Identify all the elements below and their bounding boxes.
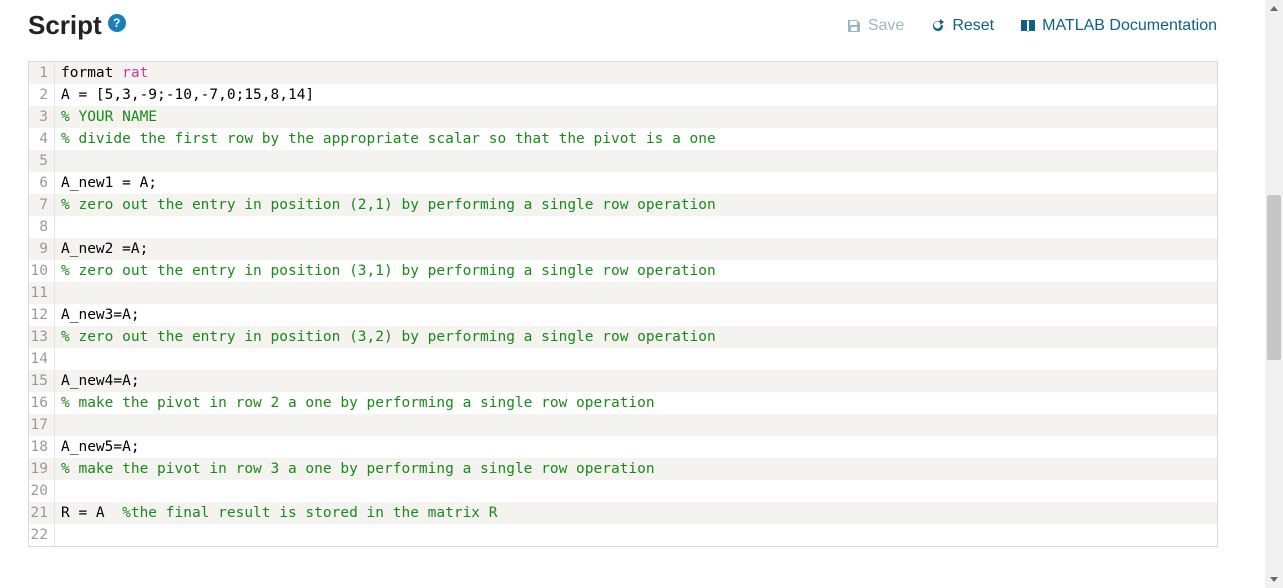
code-text[interactable]: % divide the first row by the appropriat… bbox=[55, 128, 1217, 150]
save-button[interactable]: Save bbox=[846, 17, 904, 35]
code-line[interactable]: 20 bbox=[29, 480, 1217, 502]
code-line[interactable]: 22 bbox=[29, 524, 1217, 546]
save-label: Save bbox=[868, 17, 904, 35]
code-text[interactable]: % make the pivot in row 2 a one by perfo… bbox=[55, 392, 1217, 414]
code-text[interactable] bbox=[55, 524, 1217, 546]
code-line[interactable]: 9A_new2 =A; bbox=[29, 238, 1217, 260]
reset-label: Reset bbox=[952, 17, 994, 35]
line-number: 10 bbox=[29, 260, 55, 282]
code-text[interactable]: % zero out the entry in position (3,2) b… bbox=[55, 326, 1217, 348]
code-line[interactable]: 14 bbox=[29, 348, 1217, 370]
code-text[interactable]: A = [5,3,-9;-10,-7,0;15,8,14] bbox=[55, 84, 1217, 106]
code-text[interactable] bbox=[55, 414, 1217, 436]
code-line[interactable]: 19% make the pivot in row 3 a one by per… bbox=[29, 458, 1217, 480]
save-icon bbox=[846, 18, 862, 34]
docs-label: MATLAB Documentation bbox=[1042, 17, 1217, 35]
line-number: 7 bbox=[29, 194, 55, 216]
code-line[interactable]: 18A_new5=A; bbox=[29, 436, 1217, 458]
code-editor[interactable]: 1format rat2A = [5,3,-9;-10,-7,0;15,8,14… bbox=[28, 61, 1218, 547]
code-text[interactable]: % make the pivot in row 3 a one by perfo… bbox=[55, 458, 1217, 480]
code-line[interactable]: 8 bbox=[29, 216, 1217, 238]
line-number: 18 bbox=[29, 436, 55, 458]
code-text[interactable] bbox=[55, 216, 1217, 238]
line-number: 8 bbox=[29, 216, 55, 238]
code-line[interactable]: 16% make the pivot in row 2 a one by per… bbox=[29, 392, 1217, 414]
scroll-thumb[interactable] bbox=[1267, 195, 1281, 360]
code-text[interactable] bbox=[55, 480, 1217, 502]
code-text[interactable]: A_new3=A; bbox=[55, 304, 1217, 326]
main-content: Script ? Save Reset bbox=[0, 0, 1265, 588]
code-line[interactable]: 2A = [5,3,-9;-10,-7,0;15,8,14] bbox=[29, 84, 1217, 106]
code-line[interactable]: 1format rat bbox=[29, 62, 1217, 84]
line-number: 19 bbox=[29, 458, 55, 480]
code-line[interactable]: 12A_new3=A; bbox=[29, 304, 1217, 326]
line-number: 17 bbox=[29, 414, 55, 436]
code-text[interactable]: A_new4=A; bbox=[55, 370, 1217, 392]
line-number: 6 bbox=[29, 172, 55, 194]
page-title: Script bbox=[28, 10, 102, 41]
code-line[interactable]: 7% zero out the entry in position (2,1) … bbox=[29, 194, 1217, 216]
header-actions: Save Reset MATLAB Documentation bbox=[846, 17, 1217, 35]
line-number: 22 bbox=[29, 524, 55, 546]
code-text[interactable]: A_new1 = A; bbox=[55, 172, 1217, 194]
code-line[interactable]: 17 bbox=[29, 414, 1217, 436]
line-number: 16 bbox=[29, 392, 55, 414]
scroll-up-arrow[interactable] bbox=[1265, 0, 1283, 18]
code-text[interactable]: % zero out the entry in position (2,1) b… bbox=[55, 194, 1217, 216]
code-line[interactable]: 10% zero out the entry in position (3,1)… bbox=[29, 260, 1217, 282]
line-number: 1 bbox=[29, 62, 55, 84]
code-text[interactable]: format rat bbox=[55, 62, 1217, 84]
header-bar: Script ? Save Reset bbox=[28, 10, 1237, 41]
line-number: 5 bbox=[29, 150, 55, 172]
book-icon bbox=[1020, 18, 1036, 34]
line-number: 11 bbox=[29, 282, 55, 304]
reset-button[interactable]: Reset bbox=[930, 17, 994, 35]
code-text[interactable] bbox=[55, 348, 1217, 370]
scroll-down-arrow[interactable] bbox=[1265, 570, 1283, 588]
help-icon[interactable]: ? bbox=[108, 14, 126, 32]
reset-icon bbox=[930, 18, 946, 34]
line-number: 20 bbox=[29, 480, 55, 502]
title-wrap: Script ? bbox=[28, 10, 126, 41]
code-text[interactable]: A_new2 =A; bbox=[55, 238, 1217, 260]
code-line[interactable]: 6A_new1 = A; bbox=[29, 172, 1217, 194]
line-number: 4 bbox=[29, 128, 55, 150]
code-text[interactable] bbox=[55, 282, 1217, 304]
code-text[interactable]: % YOUR NAME bbox=[55, 106, 1217, 128]
line-number: 3 bbox=[29, 106, 55, 128]
line-number: 9 bbox=[29, 238, 55, 260]
code-line[interactable]: 5 bbox=[29, 150, 1217, 172]
code-line[interactable]: 11 bbox=[29, 282, 1217, 304]
docs-link[interactable]: MATLAB Documentation bbox=[1020, 17, 1217, 35]
line-number: 13 bbox=[29, 326, 55, 348]
viewport: Script ? Save Reset bbox=[0, 0, 1283, 588]
code-text[interactable]: R = A %the final result is stored in the… bbox=[55, 502, 1217, 524]
code-line[interactable]: 21R = A %the final result is stored in t… bbox=[29, 502, 1217, 524]
line-number: 14 bbox=[29, 348, 55, 370]
vertical-scrollbar[interactable] bbox=[1265, 0, 1283, 588]
code-text[interactable]: A_new5=A; bbox=[55, 436, 1217, 458]
line-number: 12 bbox=[29, 304, 55, 326]
line-number: 15 bbox=[29, 370, 55, 392]
code-line[interactable]: 15A_new4=A; bbox=[29, 370, 1217, 392]
code-line[interactable]: 3% YOUR NAME bbox=[29, 106, 1217, 128]
line-number: 21 bbox=[29, 502, 55, 524]
code-line[interactable]: 13% zero out the entry in position (3,2)… bbox=[29, 326, 1217, 348]
code-text[interactable] bbox=[55, 150, 1217, 172]
line-number: 2 bbox=[29, 84, 55, 106]
code-text[interactable]: % zero out the entry in position (3,1) b… bbox=[55, 260, 1217, 282]
code-line[interactable]: 4% divide the first row by the appropria… bbox=[29, 128, 1217, 150]
